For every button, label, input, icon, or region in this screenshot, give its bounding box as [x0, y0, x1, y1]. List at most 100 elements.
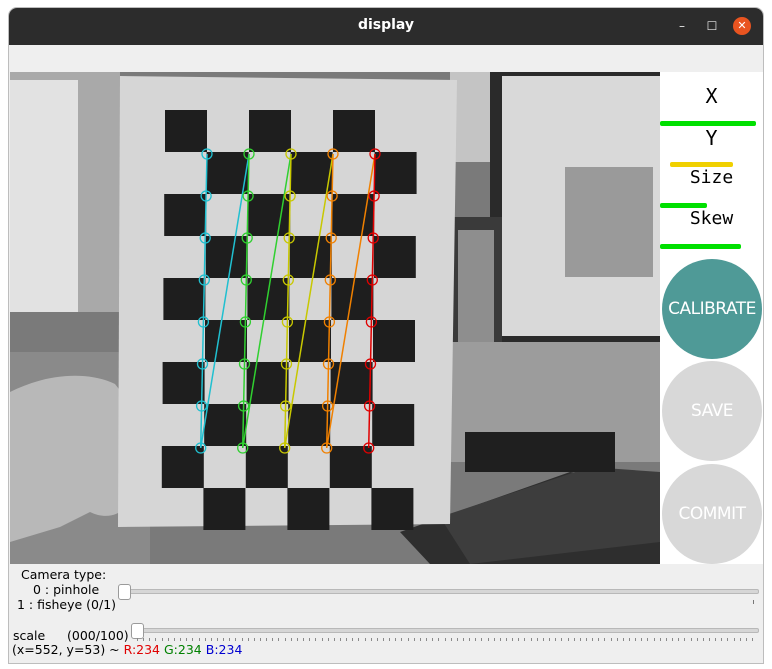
scale-tick	[247, 638, 249, 641]
scale-tick	[272, 638, 274, 641]
detection-line	[372, 195, 375, 239]
scale-tick	[567, 638, 569, 641]
scale-tick	[352, 638, 354, 641]
checker-square	[372, 404, 415, 446]
commit-button[interactable]: COMMIT	[662, 464, 762, 564]
window-title: display	[357, 17, 415, 33]
scale-tick	[192, 638, 194, 641]
camera-type-slider-handle[interactable]	[118, 584, 131, 600]
metric-x-label: X	[705, 84, 718, 108]
camera-type-track[interactable]	[121, 589, 759, 594]
detection-line	[285, 321, 289, 365]
checker-square	[249, 110, 291, 152]
scale-tick	[647, 638, 649, 641]
detection-line	[288, 195, 291, 239]
scale-tick	[216, 638, 218, 641]
detection-line	[327, 321, 331, 365]
scale-tick	[616, 638, 618, 641]
scale-tick	[549, 638, 551, 641]
camera-type-label-2: 0 : pinhole	[33, 582, 100, 597]
detection-line	[368, 363, 372, 407]
detection-line	[203, 237, 206, 281]
checker-square	[163, 278, 206, 320]
detection-line	[205, 153, 208, 197]
scale-tick	[198, 638, 200, 641]
scale-tick	[555, 638, 557, 641]
scale-tick	[309, 638, 311, 641]
detection-line	[284, 363, 288, 407]
scale-track[interactable]	[135, 628, 759, 633]
scale-tick	[752, 638, 753, 641]
title-bar: display – ☐ ✕	[9, 8, 763, 45]
camera-type-label-1: Camera type:	[21, 567, 107, 582]
metric-size-label: Size	[689, 167, 734, 188]
save-button[interactable]: SAVE	[662, 361, 762, 461]
checker-square	[373, 320, 415, 362]
close-button[interactable]: ✕	[733, 17, 751, 35]
metric-y-label: Y	[705, 126, 718, 150]
scale-tick	[653, 638, 655, 641]
scale-tick	[659, 638, 661, 641]
scale-tick	[284, 638, 286, 641]
checker-square	[289, 320, 331, 362]
checker-square	[164, 194, 207, 236]
detection-line	[330, 195, 333, 239]
scale-tick	[364, 638, 366, 641]
minimize-button[interactable]: –	[673, 17, 691, 35]
scale-tick	[499, 638, 501, 641]
scale-tick	[383, 638, 384, 641]
scale-tick	[376, 638, 378, 641]
scale-tick	[444, 638, 446, 641]
scale-tick	[438, 638, 440, 641]
scale-tick	[641, 638, 643, 641]
detection-line	[243, 321, 247, 365]
detection-line	[287, 237, 290, 281]
camera-type-tick	[753, 600, 754, 604]
scale-tick	[290, 638, 292, 641]
scale-tick	[229, 638, 231, 641]
scale-tick	[450, 638, 452, 641]
scale-tick	[401, 638, 403, 641]
detection-line	[242, 363, 246, 407]
detection-line	[289, 153, 292, 197]
trackbar-area: Camera type: 0 : pinhole 1 : fisheye (0/…	[9, 564, 763, 663]
scale-tick	[592, 638, 594, 641]
scale-tick	[413, 638, 415, 641]
maximize-button[interactable]: ☐	[703, 17, 721, 35]
scale-tick	[678, 638, 680, 641]
checker-square	[165, 110, 207, 152]
checker-square	[333, 110, 375, 152]
scale-tick	[475, 638, 477, 641]
scale-tick	[456, 638, 458, 641]
scale-tick	[702, 638, 704, 641]
checker-square	[288, 404, 331, 446]
scale-tick	[635, 638, 637, 641]
checker-square	[331, 278, 374, 320]
detection-line	[370, 279, 374, 323]
scale-tick	[303, 638, 305, 641]
scale-tick	[210, 638, 212, 641]
scale-tick	[333, 638, 335, 641]
scale-tick	[389, 638, 391, 641]
detection-line	[369, 321, 373, 365]
status-green-value: G:234	[164, 642, 202, 657]
calibrate-button[interactable]: CALIBRATE	[662, 259, 762, 359]
scale-tick	[512, 638, 514, 641]
scale-tick	[173, 638, 175, 641]
scale-tick	[204, 638, 206, 641]
detection-line	[373, 153, 376, 197]
camera-image	[10, 72, 660, 564]
scale-tick	[426, 638, 428, 641]
scale-tick	[186, 638, 188, 641]
scale-tick	[407, 638, 409, 641]
checker-square	[371, 488, 414, 530]
scale-slider-handle[interactable]	[131, 623, 144, 639]
scale-tick	[358, 638, 360, 641]
scale-tick	[321, 638, 323, 641]
scale-tick	[346, 638, 348, 641]
detection-line	[246, 195, 249, 239]
scale-tick	[149, 638, 151, 641]
scale-tick	[370, 638, 372, 641]
scale-tick	[481, 638, 483, 641]
scale-tick	[315, 638, 317, 641]
